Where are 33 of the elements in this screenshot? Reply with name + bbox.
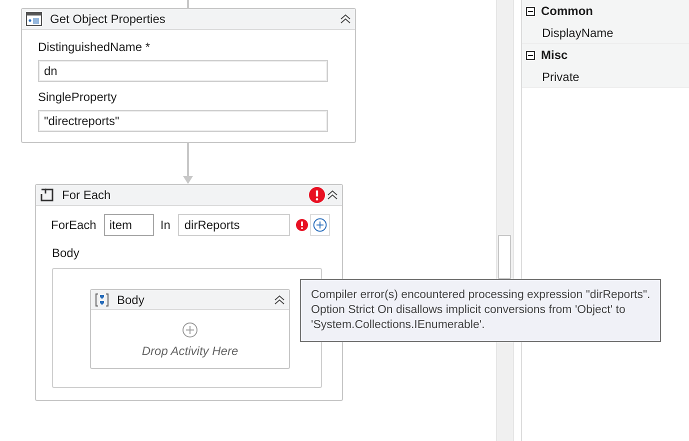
tooltip-text: Option Strict On disallows implicit conversions from 'Object' to [311,303,626,318]
field-label: DistinguishedName * [38,40,152,54]
body-label: Body [51,245,80,260]
sequence-title: Body [117,292,146,306]
add-activity-icon[interactable] [182,322,198,338]
in-label: In [160,218,170,232]
window-icon [26,12,42,26]
collapse-icon[interactable] [327,190,338,200]
input-field[interactable]: dn [38,60,328,82]
item-field[interactable]: item [104,214,154,236]
add-button[interactable] [310,214,330,236]
loop-icon [40,188,54,202]
collapse-icon[interactable] [340,14,351,24]
category-header[interactable]: Misc [541,48,568,62]
activity-header[interactable]: For Each [36,185,342,206]
collapse-icon[interactable] [274,294,285,304]
foreach-label: ForEach [51,218,96,232]
activity-title: For Each [62,188,112,202]
sequence-header[interactable]: Body [91,290,289,310]
collapse-toggle-icon[interactable] [526,6,535,16]
sequence-icon [95,292,109,306]
activity-title: Get Object Properties [50,12,166,26]
tooltip-text: 'System.Collections.IEnumerable'. [311,318,486,333]
drop-hint: Drop Activity Here [142,344,238,358]
plus-icon [313,218,328,232]
collection-field[interactable]: dirReports [178,214,290,236]
collapse-toggle-icon[interactable] [526,50,535,60]
tooltip-text: Compiler error(s) encountered processing expression "dirReports". [311,288,650,303]
category-header[interactable]: Common [541,4,593,18]
field-label: SingleProperty [38,90,118,104]
property-name[interactable]: Private [542,70,580,84]
input-field[interactable]: "directreports" [38,110,328,132]
activity-header[interactable]: Get Object Properties [22,9,355,30]
